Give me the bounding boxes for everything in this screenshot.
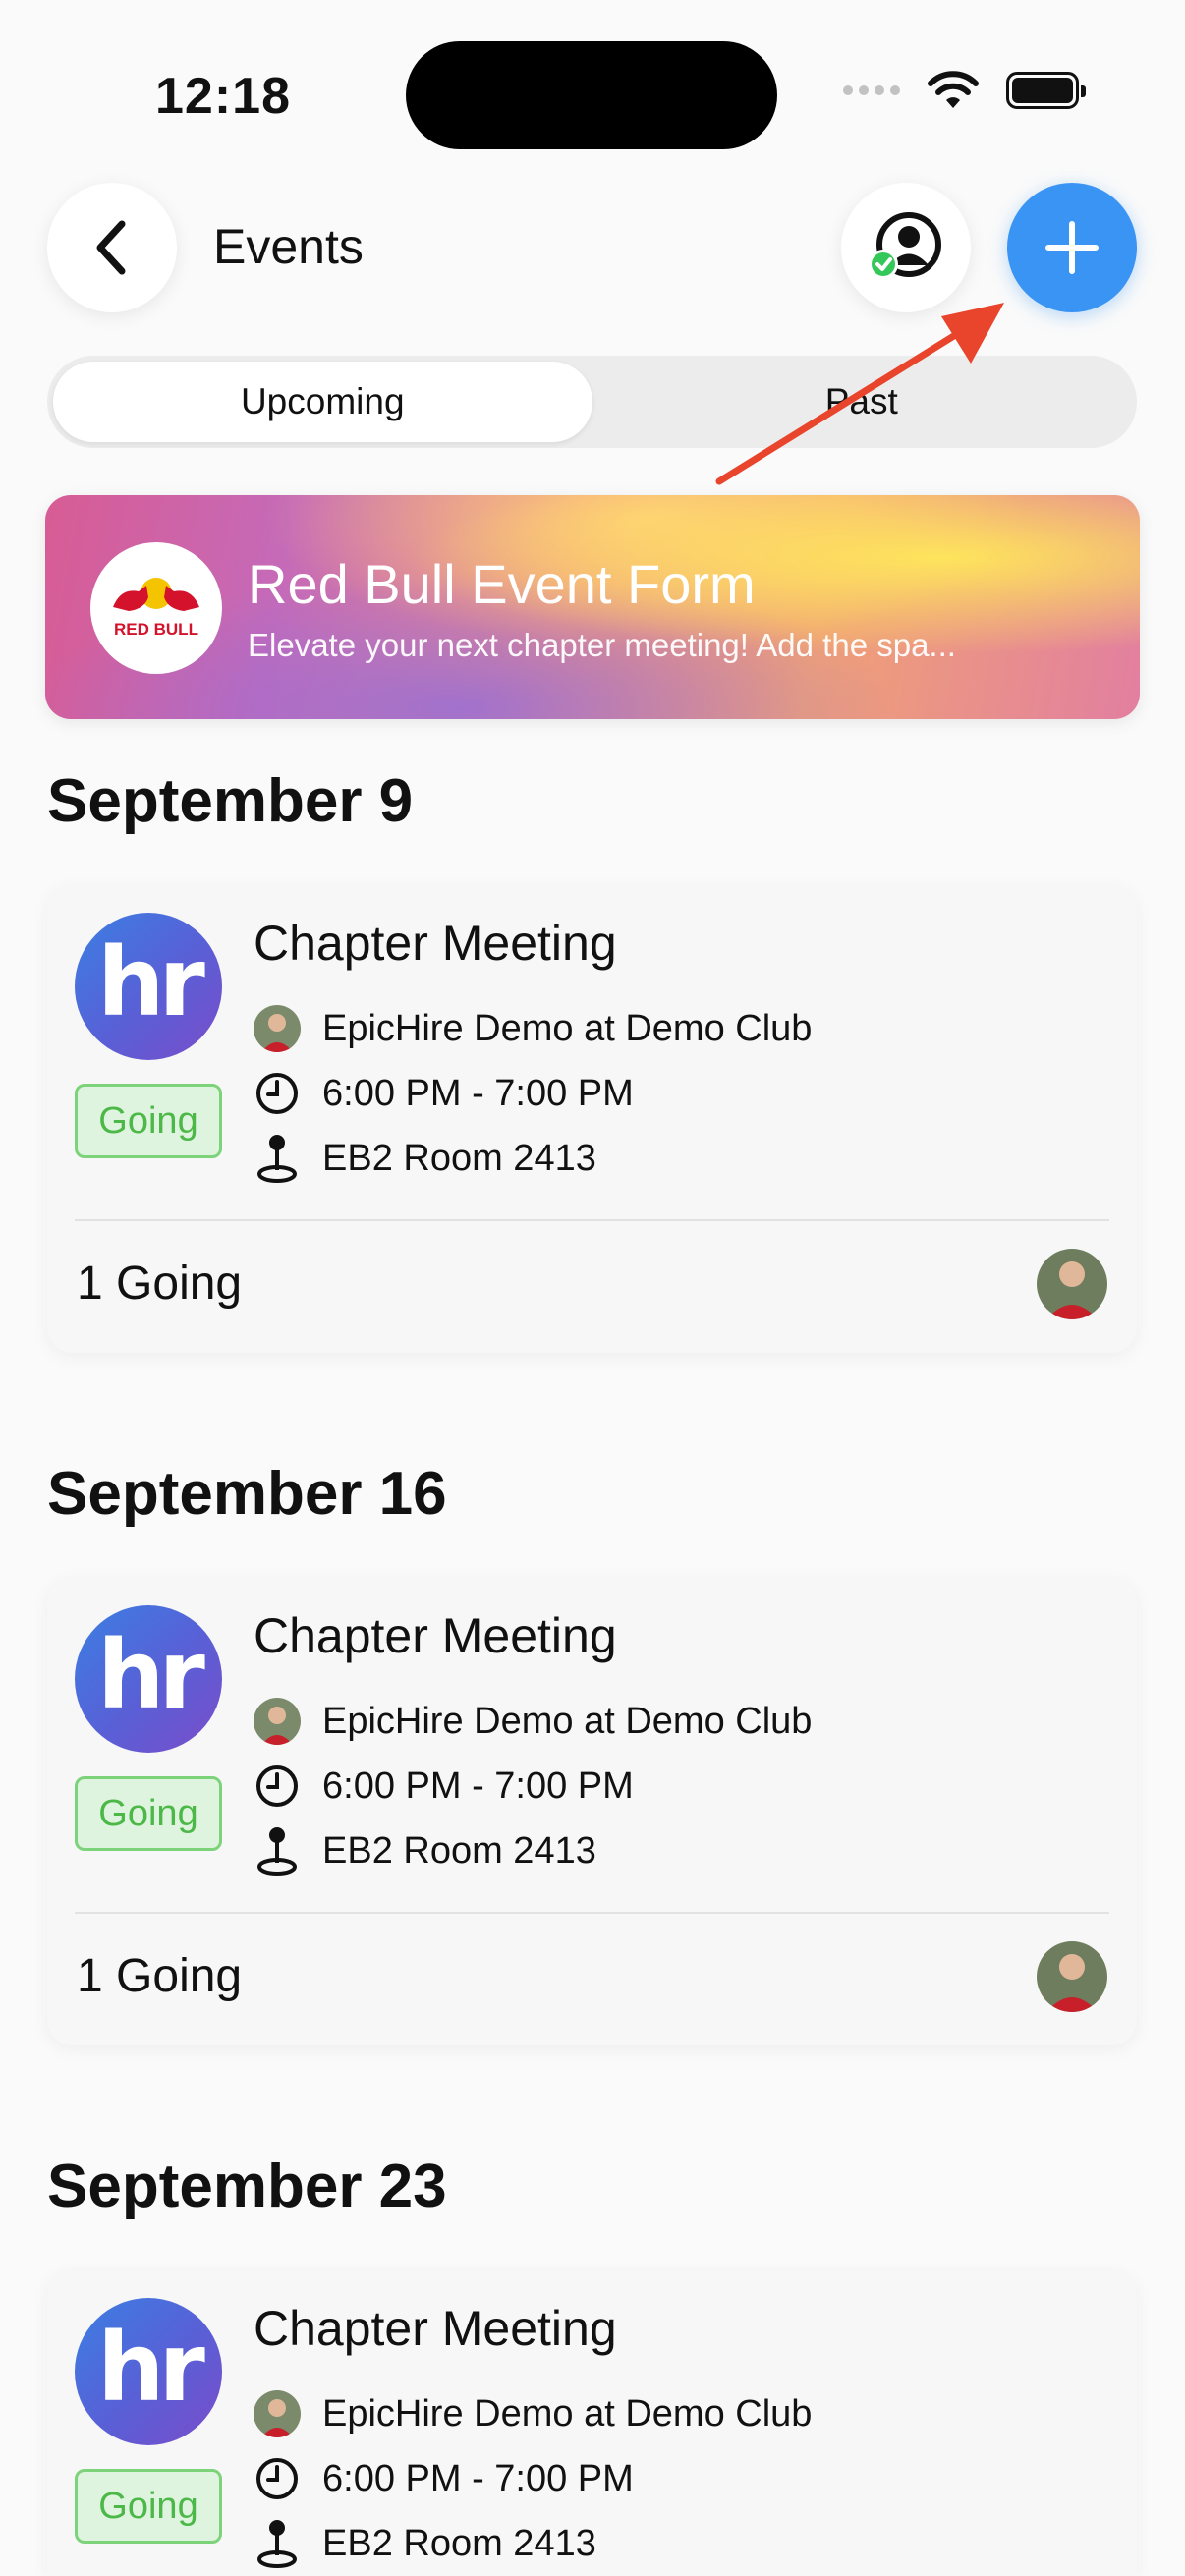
going-status-badge[interactable]: Going <box>75 2469 222 2544</box>
event-host-at: at <box>584 1700 615 1742</box>
going-status-badge[interactable]: Going <box>75 1084 222 1158</box>
event-logo-text: hr <box>97 1620 205 1730</box>
card-divider <box>75 1912 1109 1914</box>
event-club: Demo Club <box>625 1700 813 1742</box>
clock-icon <box>254 2455 301 2502</box>
section-date: September 23 <box>47 2153 447 2220</box>
event-location: EB2 Room 2413 <box>322 2522 596 2564</box>
event-host-row: EpicHire Demo at Demo Club <box>254 1698 812 1745</box>
event-host: EpicHire Demo <box>322 1007 574 1049</box>
event-time-row: 6:00 PM - 7:00 PM <box>254 1070 634 1117</box>
event-logo: hr <box>75 1605 222 1753</box>
event-card[interactable]: hr Going Chapter Meeting EpicHire Demo a… <box>47 2270 1137 2576</box>
map-pin-icon <box>254 1135 301 1183</box>
banner-title: Red Bull Event Form <box>248 553 756 615</box>
profile-check-icon <box>869 212 941 279</box>
host-avatar <box>254 1005 301 1052</box>
event-time-row: 6:00 PM - 7:00 PM <box>254 2455 634 2502</box>
event-logo-text: hr <box>97 927 205 1037</box>
event-host-row: EpicHire Demo at Demo Club <box>254 1005 812 1052</box>
status-time: 12:18 <box>155 68 291 125</box>
map-pin-icon <box>254 1827 301 1876</box>
event-location-row: EB2 Room 2413 <box>254 1135 596 1183</box>
going-status-badge[interactable]: Going <box>75 1776 222 1851</box>
event-time: 6:00 PM - 7:00 PM <box>322 2457 634 2499</box>
red-bull-logo: RED BULL <box>90 542 222 674</box>
wifi-icon <box>928 71 979 108</box>
event-card[interactable]: hr Going Chapter Meeting EpicHire Demo a… <box>47 1578 1137 2045</box>
event-host-at: at <box>584 2392 615 2435</box>
event-logo: hr <box>75 2298 222 2445</box>
event-location: EB2 Room 2413 <box>322 1137 596 1179</box>
page-title: Events <box>213 219 364 274</box>
chevron-left-icon <box>96 220 126 275</box>
going-count: 1 Going <box>77 1950 243 2002</box>
red-bull-logo-text: RED BULL <box>114 620 198 639</box>
red-bull-event-form-banner[interactable]: RED BULL Red Bull Event Form Elevate you… <box>45 495 1140 719</box>
event-host: EpicHire Demo <box>322 2392 574 2435</box>
going-count: 1 Going <box>77 1258 243 1310</box>
event-logo-text: hr <box>97 2313 205 2423</box>
event-location-row: EB2 Room 2413 <box>254 1827 596 1876</box>
event-time-row: 6:00 PM - 7:00 PM <box>254 1763 634 1810</box>
cellular-signal-icon <box>843 85 900 95</box>
back-button[interactable] <box>47 183 177 312</box>
event-title: Chapter Meeting <box>254 916 617 971</box>
dynamic-island <box>406 41 777 149</box>
event-host-at: at <box>584 1007 615 1049</box>
event-time: 6:00 PM - 7:00 PM <box>322 1072 634 1114</box>
host-avatar <box>254 2390 301 2437</box>
clock-icon <box>254 1763 301 1810</box>
host-avatar <box>254 1698 301 1745</box>
add-event-button[interactable] <box>1007 183 1137 312</box>
event-card[interactable]: hr Going Chapter Meeting EpicHire Demo a… <box>47 885 1137 1353</box>
attendee-avatar[interactable] <box>1037 1249 1107 1319</box>
battery-icon <box>1006 72 1086 109</box>
status-bar: 12:18 <box>0 0 1185 187</box>
event-host: EpicHire Demo <box>322 1700 574 1742</box>
event-host-row: EpicHire Demo at Demo Club <box>254 2390 812 2437</box>
plus-icon <box>1045 221 1099 274</box>
profile-button[interactable] <box>841 183 971 312</box>
section-date: September 9 <box>47 767 414 835</box>
clock-icon <box>254 1070 301 1117</box>
event-time: 6:00 PM - 7:00 PM <box>322 1764 634 1807</box>
card-divider <box>75 1219 1109 1221</box>
event-club: Demo Club <box>625 1007 813 1049</box>
banner-subtitle: Elevate your next chapter meeting! Add t… <box>248 627 956 663</box>
event-location: EB2 Room 2413 <box>322 1829 596 1872</box>
attendee-avatar[interactable] <box>1037 1941 1107 2012</box>
tab-upcoming[interactable]: Upcoming <box>53 362 592 442</box>
event-title: Chapter Meeting <box>254 2301 617 2356</box>
map-pin-icon <box>254 2520 301 2568</box>
tab-past[interactable]: Past <box>592 362 1132 442</box>
event-club: Demo Club <box>625 2392 813 2435</box>
event-title: Chapter Meeting <box>254 1608 617 1663</box>
events-tab-switcher: Upcoming Past <box>47 356 1137 448</box>
event-logo: hr <box>75 913 222 1060</box>
event-location-row: EB2 Room 2413 <box>254 2520 596 2568</box>
section-date: September 16 <box>47 1460 447 1528</box>
status-icons <box>843 71 1086 110</box>
